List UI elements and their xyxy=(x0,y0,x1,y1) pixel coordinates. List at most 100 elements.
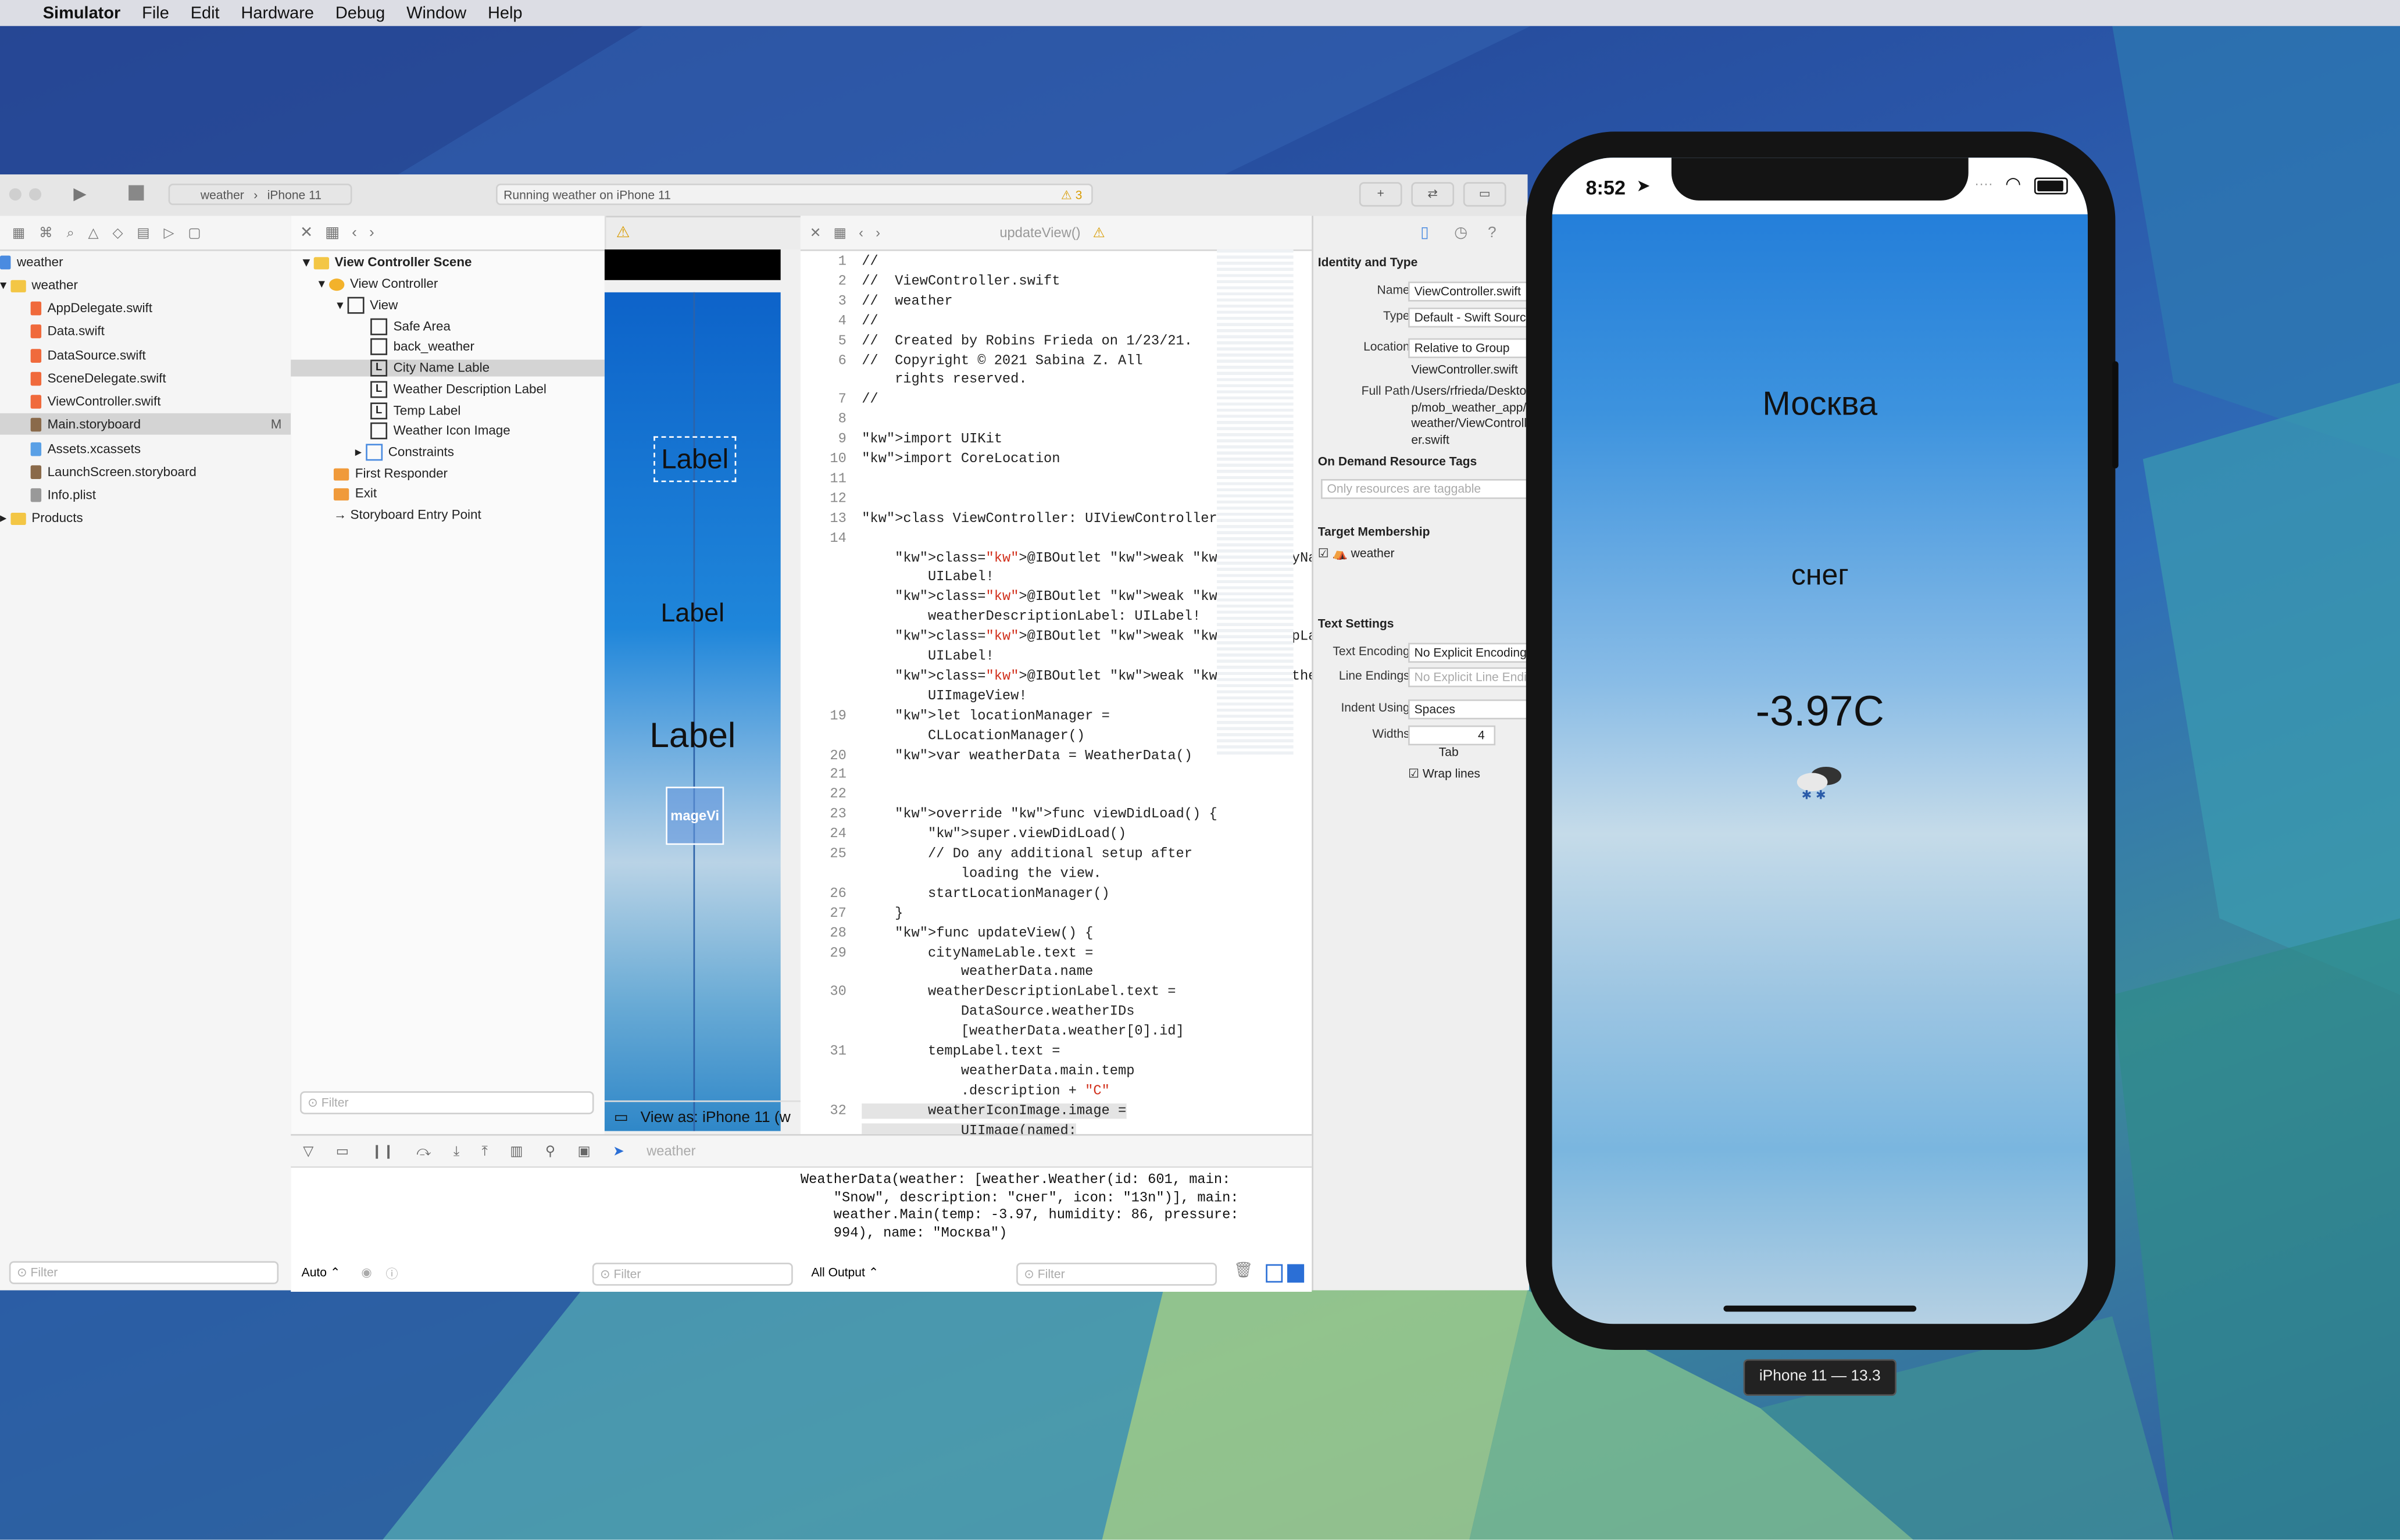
menu-hardware[interactable]: Hardware xyxy=(241,4,314,23)
outline-item[interactable]: Safe Area xyxy=(370,319,451,336)
location-select[interactable]: Relative to Group xyxy=(1408,338,1530,359)
encoding-select[interactable]: No Explicit Encoding xyxy=(1408,642,1530,663)
trash-icon[interactable]: 🗑 xyxy=(1234,1263,1253,1280)
code-line[interactable]: DataSource.weatherIDs xyxy=(862,1005,1135,1020)
tags-field[interactable]: Only resources are taggable xyxy=(1321,479,1528,499)
temp-label-preview[interactable]: Label xyxy=(605,714,781,756)
menu-app-name[interactable]: Simulator xyxy=(43,4,121,23)
view-as-bar[interactable]: ▭ View as: iPhone 11 (w xyxy=(604,1100,801,1136)
code-line[interactable]: "kw">import CoreLocation xyxy=(862,452,1060,467)
wrap-lines-option[interactable]: ☑ Wrap lines xyxy=(1408,767,1480,781)
code-line[interactable]: // weather xyxy=(862,294,952,309)
output-select[interactable]: All Output ⌃ xyxy=(811,1266,878,1280)
library-button[interactable]: + xyxy=(1359,182,1402,207)
outline-item[interactable]: back_weather xyxy=(370,338,474,356)
code-line[interactable]: weatherData.name xyxy=(862,965,1094,980)
tree-item-folder[interactable]: ▾ weather xyxy=(0,274,291,295)
checkbox[interactable]: ☑ xyxy=(1318,546,1329,560)
breakpoint-nav-icon[interactable]: ▷ xyxy=(163,224,174,241)
split-left-icon[interactable] xyxy=(1266,1264,1283,1283)
console-output[interactable]: WeatherData(weather: [weather.Weather(id… xyxy=(801,1173,1239,1243)
description-label-preview[interactable]: Label xyxy=(605,598,781,629)
location-icon[interactable]: ➤ xyxy=(613,1144,624,1159)
code-line[interactable]: tempLabel.text = xyxy=(862,1044,1060,1059)
breakpoints-icon[interactable]: ▭ xyxy=(336,1144,349,1159)
outline-item[interactable]: Weather Icon Image xyxy=(370,423,510,440)
menu-file[interactable]: File xyxy=(142,4,169,23)
tree-item-file[interactable]: Info.plist xyxy=(30,484,96,505)
minimap[interactable] xyxy=(1216,249,1294,755)
widths-stepper[interactable]: 4 xyxy=(1408,725,1496,746)
menu-debug[interactable]: Debug xyxy=(335,4,385,23)
tree-item-file[interactable]: SceneDelegate.swift xyxy=(30,367,166,389)
step-over-icon[interactable]: ⤼ xyxy=(416,1144,431,1159)
code-line[interactable]: "kw">var weatherData = WeatherData() xyxy=(862,748,1192,763)
window-close-button[interactable] xyxy=(9,188,22,201)
issues-icon[interactable]: △ xyxy=(88,224,99,241)
navigator-filter[interactable]: ⊙ Filter xyxy=(9,1261,279,1284)
target-item[interactable]: ☑ ⛺ weather xyxy=(1318,546,1395,560)
tree-item-project[interactable]: weather xyxy=(0,251,291,273)
review-button[interactable]: ⇄ xyxy=(1411,182,1455,207)
forward-icon[interactable]: › xyxy=(876,225,880,240)
hide-debug-icon[interactable]: ▽ xyxy=(303,1144,313,1159)
code-line[interactable]: // Do any additional setup after xyxy=(862,846,1192,862)
warning-icon[interactable]: ⚠ 3 xyxy=(1061,185,1082,207)
code-line[interactable]: // Copyright © 2021 Sabina Z. All xyxy=(862,353,1142,368)
environment-icon[interactable]: ▣ xyxy=(577,1144,590,1159)
pause-icon[interactable]: ❙❙ xyxy=(371,1144,394,1159)
endings-select[interactable]: No Explicit Line Endings xyxy=(1408,667,1530,688)
code-line[interactable]: } xyxy=(862,906,903,921)
code-line[interactable]: weatherDescriptionLabel: UILabel! xyxy=(862,609,1201,624)
outline-item[interactable]: First Responder xyxy=(333,465,448,481)
back-icon[interactable]: ‹ xyxy=(352,224,357,241)
code-line[interactable]: UILabel! xyxy=(862,649,994,664)
code-line[interactable]: weatherData.main.temp xyxy=(862,1063,1135,1078)
menu-window[interactable]: Window xyxy=(406,4,466,23)
code-line[interactable]: "kw">class="kw">@IBOutlet "kw">weak "kw"… xyxy=(862,550,1383,565)
type-select[interactable]: Default - Swift Source xyxy=(1408,308,1530,328)
breadcrumb-function[interactable]: updateView() xyxy=(999,225,1080,240)
menu-help[interactable]: Help xyxy=(488,4,523,23)
indent-select[interactable]: Spaces xyxy=(1408,699,1530,720)
view-debugger-icon[interactable]: ▥ xyxy=(510,1144,523,1159)
outline-item[interactable]: L Weather Description Label xyxy=(370,381,547,399)
storyboard-view[interactable]: Label Label Label mageVi xyxy=(604,292,781,1131)
variables-scope-select[interactable]: Auto ⌃ xyxy=(302,1266,341,1280)
outline-item-selected[interactable]: L City Name Lable xyxy=(291,359,605,377)
name-field[interactable]: ViewController.swift xyxy=(1408,281,1530,302)
grid-icon[interactable]: ▦ xyxy=(325,224,340,241)
split-right-icon[interactable] xyxy=(1287,1264,1305,1283)
info-icon[interactable]: ⓘ xyxy=(385,1266,398,1282)
source-control-icon[interactable]: ⌘ xyxy=(39,224,53,241)
sidebar-icon[interactable]: ▭ xyxy=(614,1110,628,1127)
code-line[interactable]: "kw">class="kw">@IBOutlet "kw">weak "kw"… xyxy=(862,589,1259,605)
code-line[interactable]: // xyxy=(862,392,878,408)
code-line[interactable]: startLocationManager() xyxy=(862,886,1110,901)
help-icon[interactable]: ? xyxy=(1488,225,1497,242)
tree-item-file[interactable]: Assets.xcassets xyxy=(30,438,141,459)
stop-button[interactable] xyxy=(128,185,144,201)
outline-item[interactable]: ▾ View xyxy=(337,297,398,315)
city-label-preview[interactable]: Label xyxy=(653,436,737,483)
step-in-icon[interactable]: ⤓ xyxy=(453,1144,459,1159)
image-view-preview[interactable]: mageVi xyxy=(666,787,724,845)
menu-edit[interactable]: Edit xyxy=(191,4,220,23)
side-button[interactable] xyxy=(2112,361,2119,469)
tree-item-folder[interactable]: ▸ Products xyxy=(0,506,83,528)
code-line[interactable]: UIImageView! xyxy=(862,688,1027,703)
outline-item[interactable]: Exit xyxy=(333,485,377,501)
memory-graph-icon[interactable]: ⚲ xyxy=(545,1144,555,1159)
scheme-selector[interactable]: weather › iPhone 11 xyxy=(168,183,352,205)
history-icon[interactable]: ◷ xyxy=(1454,225,1467,242)
file-inspector-icon[interactable]: ▯ xyxy=(1420,225,1429,242)
outline-filter[interactable]: ⊙ Filter xyxy=(300,1091,594,1114)
tests-icon[interactable]: ◇ xyxy=(112,224,123,241)
code-line[interactable]: rights reserved. xyxy=(862,373,1027,388)
tree-item-file[interactable]: Data.swift xyxy=(30,320,105,341)
panel-toggle-button[interactable]: ▭ xyxy=(1463,182,1506,207)
run-button[interactable]: ▶ xyxy=(73,184,86,204)
tree-item-file[interactable]: ViewController.swift xyxy=(30,390,161,412)
code-line[interactable]: "kw">super.viewDidLoad() xyxy=(862,827,1126,842)
code-editor[interactable]: ✕ ▦ ‹ › updateView() ⚠ 1 2 3 4 5 6 7 8 9 10 11 12 13… xyxy=(800,216,1408,1138)
